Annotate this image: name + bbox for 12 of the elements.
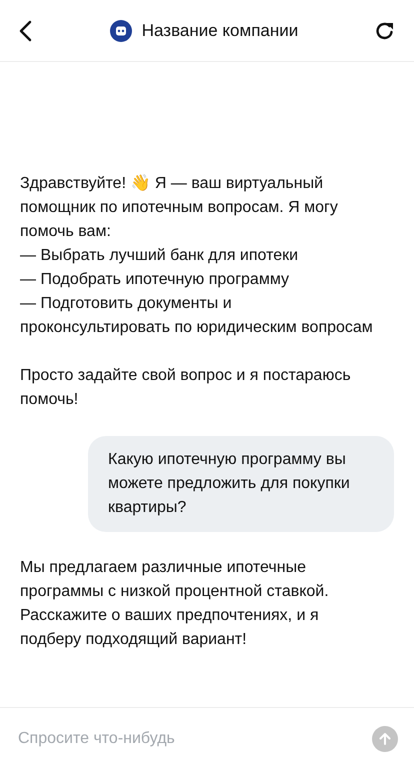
company-title: Название компании <box>142 20 298 40</box>
bot-message-text: Мы предлагаем различные ипотечные программы с низкой процентной ставкой. Расскажите о ваших предпочтениях, и я подберу подходящий вариант! <box>20 558 330 650</box>
bot-avatar-icon <box>110 20 132 42</box>
bot-message-text: Просто задайте свой вопрос и я постараюсь помочь! <box>20 366 352 410</box>
bot-message-text: Здравствуйте! 👋 Я — ваш виртуальный помощник по ипотечным вопросам. Я могу помочь вам: <box>20 173 339 242</box>
user-message: Какую ипотечную программу вы можете предложить для покупки квартиры? <box>88 436 394 532</box>
arrow-up-icon <box>378 732 392 746</box>
list-item-text: — Подготовить документы и проконсультировать по юридическим вопросам <box>20 294 374 338</box>
back-icon <box>18 20 34 42</box>
list-item-text: — Выбрать лучший банк для ипотеки <box>20 246 300 266</box>
list-item-text: — Подобрать ипотечную программу <box>20 270 290 290</box>
message-input[interactable]: Спросите что-нибудь <box>16 729 362 749</box>
